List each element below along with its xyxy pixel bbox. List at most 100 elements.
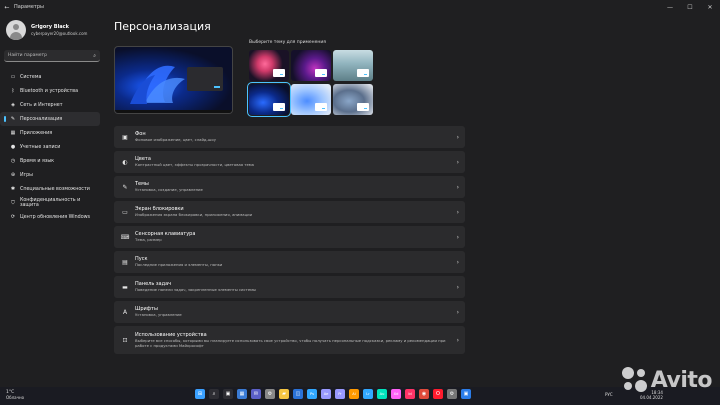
card-subtitle: Поведение панели задач, закрепленные эле… [135, 287, 257, 293]
settings-window: ← Параметры — ☐ ✕ Grigory Black cyberpay… [0, 0, 720, 387]
gear-tray-icon[interactable]: ⚙ [447, 389, 457, 399]
settings-card-1[interactable]: ◐ Цвета Контрастный цвет, эффекты прозрачн… [114, 151, 465, 173]
taskview-icon[interactable]: ▣ [223, 389, 233, 399]
aftereffects-icon[interactable]: Ae [321, 389, 331, 399]
chevron-right-icon: › [456, 233, 459, 241]
theme-tile-2[interactable] [291, 50, 331, 81]
sidebar-item-label: Игры [20, 172, 33, 178]
main-content: Персонализация Выберите тему для примене… [114, 14, 720, 354]
sidebar-item-8[interactable]: ✱ Специальные возможности [0, 182, 100, 196]
sidebar-item-label: Время и язык [20, 158, 55, 164]
search-icon: ⌕ [93, 52, 96, 59]
chevron-right-icon: › [456, 158, 459, 166]
user-name: Grigory Black [31, 24, 69, 30]
avito-logo-icon [621, 367, 648, 393]
media-icon[interactable]: ◉ [419, 389, 429, 399]
settings-card-7[interactable]: A Шрифты Установка, управление › [114, 301, 465, 323]
windows-start-icon[interactable]: ⊞ [195, 389, 205, 399]
sidebar-item-3[interactable]: ✎ Персонализация [0, 112, 100, 126]
sidebar-item-4[interactable]: ▦ Приложения [0, 126, 100, 140]
settings-card-8[interactable]: ⊡ Использование устройства Выберите все сп… [114, 326, 465, 354]
monitor-icon: ▭ [10, 74, 16, 80]
settings-card-3[interactable]: ▭ Экран блокировки Изображения экрана блок… [114, 201, 465, 223]
lightroom-icon[interactable]: Lr [363, 389, 373, 399]
themes-label: Выберите тему для применения [249, 40, 326, 45]
search-input[interactable]: Найти параметр ⌕ [4, 50, 100, 62]
indesign-icon[interactable]: Id [405, 389, 415, 399]
settings-icon[interactable]: ⚙ [265, 389, 275, 399]
sidebar-item-6[interactable]: ◷ Время и язык [0, 154, 100, 168]
photoshop-icon[interactable]: Ps [307, 389, 317, 399]
theme-window-preview [315, 103, 327, 111]
theme-tile-3[interactable] [333, 50, 373, 81]
audition-icon[interactable]: Au [377, 389, 387, 399]
maximize-button[interactable]: ☐ [680, 4, 700, 11]
preview-window [187, 67, 223, 91]
settings-card-0[interactable]: ▣ Фон Фоновое изображение, цвет, слайд-шоу… [114, 126, 465, 148]
store-icon[interactable]: ◫ [293, 389, 303, 399]
window-controls: — ☐ ✕ [660, 4, 720, 11]
sidebar-item-label: Персонализация [20, 116, 63, 122]
theme-window-preview [315, 69, 327, 77]
theme-tile-5[interactable] [291, 84, 331, 115]
chevron-right-icon: › [456, 183, 459, 191]
theme-window-preview [357, 103, 369, 111]
card-subtitle: Последние приложения и элементы, папки [135, 262, 223, 268]
avito-text: Avito [650, 367, 713, 393]
chevron-right-icon: › [456, 133, 459, 141]
sidebar-item-7[interactable]: ⊕ Игры [0, 168, 100, 182]
card-subtitle: Установка, управление [135, 312, 182, 318]
card-subtitle: Контрастный цвет, эффекты прозрачности, … [135, 162, 254, 168]
device-usage-icon: ⊡ [122, 336, 128, 344]
lockscreen-icon: ▭ [122, 208, 128, 216]
close-button[interactable]: ✕ [700, 4, 720, 11]
font-icon: A [122, 308, 128, 316]
minimize-button[interactable]: — [660, 4, 680, 11]
theme-tile-4-selected[interactable] [247, 82, 291, 117]
chat-icon[interactable]: ✉ [251, 389, 261, 399]
sidebar-item-2[interactable]: ◈ Сеть и Интернет [0, 98, 100, 112]
user-profile[interactable]: Grigory Black cyberpayer20@outlook.com [0, 14, 104, 40]
network-icon: ◈ [11, 102, 15, 108]
premiere-icon[interactable]: Pr [335, 389, 345, 399]
sidebar-item-label: Приложения [20, 130, 53, 136]
sidebar-item-label: Центр обновления Windows [20, 214, 91, 220]
title-bar: ← Параметры — ☐ ✕ [0, 0, 720, 14]
back-arrow-icon[interactable]: ← [0, 4, 14, 11]
opera-icon[interactable]: O [433, 389, 443, 399]
app-icon[interactable]: ▣ [461, 389, 471, 399]
theme-window-preview [273, 103, 285, 111]
search-placeholder: Найти параметр [8, 53, 47, 58]
widgets-icon[interactable]: ▦ [237, 389, 247, 399]
sidebar-item-label: Bluetooth и устройства [20, 88, 79, 94]
explorer-icon[interactable]: ▰ [279, 389, 289, 399]
settings-card-2[interactable]: ✎ Темы Установка, создание, управление › [114, 176, 465, 198]
settings-card-4[interactable]: ⌨ Сенсорная клавиатура Тема, размер › [114, 226, 465, 248]
brush-icon: ✎ [10, 116, 16, 122]
preview-taskbar [115, 110, 232, 113]
xd-icon[interactable]: Xd [391, 389, 401, 399]
settings-card-5[interactable]: ▤ Пуск Последние приложения и элементы, па… [114, 251, 465, 273]
taskbar-icons: ⊞ ⌕ ▣ ▦ ✉ ⚙ ▰ ◫ Ps Ae Pr Ai Lr Au Xd Id ◉ O ⚙ ▣ [195, 389, 475, 399]
sidebar-item-10[interactable]: ⟳ Центр обновления Windows [0, 210, 100, 224]
chevron-right-icon: › [456, 336, 459, 344]
weather-widget[interactable]: 1°C Облачно [6, 390, 24, 400]
sidebar-item-0[interactable]: ▭ Система [0, 70, 100, 84]
avito-watermark: Avito [621, 367, 713, 393]
chevron-right-icon: › [456, 258, 459, 266]
card-title: Использование устройства [135, 331, 207, 338]
settings-card-6[interactable]: ▬ Панель задач Поведение панели задач, зак… [114, 276, 465, 298]
card-subtitle: Установка, создание, управление [135, 187, 203, 193]
sidebar-item-9[interactable]: ⛉ Конфиденциальность и защита [0, 196, 100, 210]
theme-tile-6[interactable] [333, 84, 373, 115]
chevron-right-icon: › [456, 308, 459, 316]
sidebar-item-label: Конфиденциальность и защита [19, 198, 81, 208]
illustrator-icon[interactable]: Ai [349, 389, 359, 399]
theme-tile-1[interactable] [249, 50, 289, 81]
weather-text: Облачно [6, 395, 25, 400]
sidebar-item-5[interactable]: ● Учетные записи [0, 140, 100, 154]
sidebar-item-1[interactable]: ᛒ Bluetooth и устройства [0, 84, 100, 98]
search-icon[interactable]: ⌕ [209, 389, 219, 399]
language-indicator[interactable]: РУС [605, 392, 613, 397]
window-title: Параметры [14, 4, 44, 10]
